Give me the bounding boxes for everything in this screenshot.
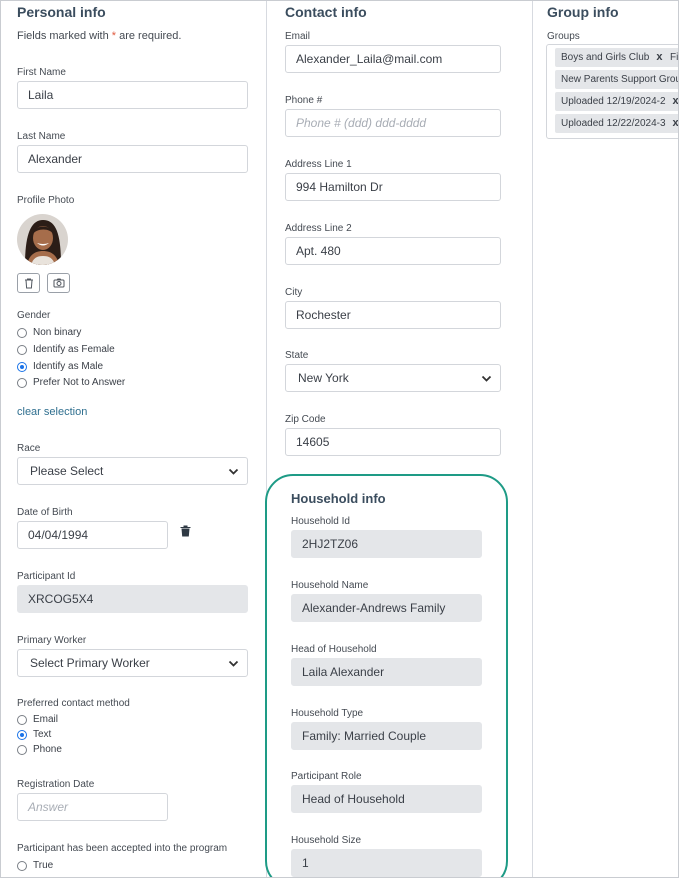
radio-icon: [17, 344, 27, 355]
dob-input[interactable]: 04/04/1994: [17, 521, 168, 549]
trash-icon: [180, 525, 191, 537]
dob-label: Date of Birth: [17, 507, 73, 518]
city-input[interactable]: Rochester: [285, 301, 501, 329]
radio-icon: [17, 860, 27, 871]
primary-worker-select[interactable]: Select Primary Worker: [17, 649, 248, 677]
remove-tag-icon[interactable]: x: [673, 95, 678, 107]
contact-option-text[interactable]: Text: [17, 729, 51, 740]
radio-selected-icon: [17, 361, 27, 372]
phone-input[interactable]: Phone # (ddd) ddd-dddd: [285, 109, 501, 137]
last-name-input[interactable]: Alexander: [17, 145, 248, 173]
clear-dob-button[interactable]: [180, 525, 191, 540]
contact-info-title: Contact info: [285, 4, 367, 20]
group-tag: Uploaded 12/19/2024-2 x: [555, 92, 678, 111]
camera-icon: [53, 278, 64, 288]
first-name-input[interactable]: Laila: [17, 81, 248, 109]
profile-photo-avatar: [17, 214, 68, 265]
radio-icon: [17, 714, 27, 725]
race-select[interactable]: Please Select: [17, 457, 248, 485]
group-tag: Uploaded 12/22/2024-3 x: [555, 114, 678, 133]
state-select[interactable]: New York: [285, 364, 501, 392]
household-info-title: Household info: [291, 491, 386, 506]
participant-role-field: Head of Household: [291, 785, 482, 813]
household-id-field: 2HJ2TZ06: [291, 530, 482, 558]
household-size-field: 1: [291, 849, 482, 877]
zip-input[interactable]: 14605: [285, 428, 501, 456]
contact-method-label: Preferred contact method: [17, 698, 130, 709]
radio-icon: [17, 377, 27, 388]
group-tag: Fi: [664, 48, 678, 67]
group-tag: Boys and Girls Club x: [555, 48, 669, 67]
gender-option-non-binary[interactable]: Non binary: [17, 327, 81, 338]
first-name-label: First Name: [17, 67, 66, 78]
personal-info-title: Personal info: [17, 4, 106, 20]
group-info-title: Group info: [547, 4, 619, 20]
head-of-household-field: Laila Alexander: [291, 658, 482, 686]
personal-info-section: Personal info Fields marked with * are r…: [1, 1, 265, 877]
address1-label: Address Line 1: [285, 159, 352, 170]
participant-form: Personal info Fields marked with * are r…: [0, 0, 679, 878]
groups-label: Groups: [547, 31, 580, 42]
gender-option-male[interactable]: Identify as Male: [17, 361, 103, 372]
participant-id-label: Participant Id: [17, 571, 76, 582]
email-input[interactable]: Alexander_Laila@mail.com: [285, 45, 501, 73]
accepted-label: Participant has been accepted into the p…: [17, 843, 228, 854]
chevron-down-icon: [228, 660, 239, 667]
email-label: Email: [285, 31, 311, 42]
address2-input[interactable]: Apt. 480: [285, 237, 501, 265]
remove-tag-icon[interactable]: x: [673, 117, 678, 129]
clear-selection-link[interactable]: clear selection: [17, 406, 87, 418]
radio-icon: [17, 327, 27, 338]
contact-option-phone[interactable]: Phone: [17, 744, 62, 755]
group-tag: New Parents Support Group: [555, 70, 678, 89]
gender-option-prefer-not[interactable]: Prefer Not to Answer: [17, 377, 125, 388]
household-name-label: Household Name: [291, 580, 369, 591]
household-type-label: Household Type: [291, 708, 364, 719]
radio-selected-icon: [17, 729, 27, 740]
race-label: Race: [17, 443, 41, 454]
delete-photo-button[interactable]: [17, 273, 40, 293]
profile-photo-label: Profile Photo: [17, 195, 75, 206]
registration-date-input[interactable]: Answer: [17, 793, 168, 821]
phone-label: Phone #: [285, 95, 323, 106]
address2-label: Address Line 2: [285, 223, 352, 234]
state-label: State: [285, 350, 309, 361]
chevron-down-icon: [228, 468, 239, 475]
contact-option-email[interactable]: Email: [17, 714, 58, 725]
registration-date-label: Registration Date: [17, 779, 95, 790]
household-type-field: Family: Married Couple: [291, 722, 482, 750]
address1-input[interactable]: 994 Hamilton Dr: [285, 173, 501, 201]
remove-tag-icon[interactable]: x: [656, 51, 662, 63]
chevron-down-icon: [481, 375, 492, 382]
household-size-label: Household Size: [291, 835, 362, 846]
city-label: City: [285, 287, 303, 298]
household-name-field: Alexander-Andrews Family: [291, 594, 482, 622]
primary-worker-label: Primary Worker: [17, 635, 87, 646]
upload-photo-button[interactable]: [47, 273, 70, 293]
head-of-household-label: Head of Household: [291, 644, 377, 655]
trash-icon: [24, 278, 33, 288]
last-name-label: Last Name: [17, 131, 66, 142]
zip-label: Zip Code: [285, 414, 326, 425]
participant-id-field: XRCOG5X4: [17, 585, 248, 613]
participant-role-label: Participant Role: [291, 771, 362, 782]
accepted-option-true[interactable]: True: [17, 860, 53, 871]
household-id-label: Household Id: [291, 516, 350, 527]
radio-icon: [17, 744, 27, 755]
gender-option-female[interactable]: Identify as Female: [17, 344, 115, 355]
gender-label: Gender: [17, 310, 51, 321]
required-note: Fields marked with * are required.: [17, 30, 182, 42]
